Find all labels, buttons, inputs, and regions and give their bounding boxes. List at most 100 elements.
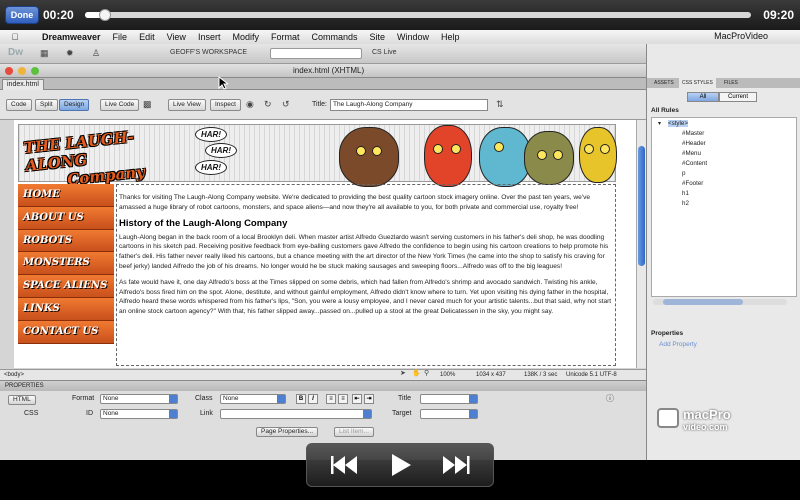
title-attr-input[interactable] bbox=[420, 394, 478, 404]
zoom-window-icon[interactable] bbox=[31, 67, 39, 75]
brand-line-2: video.com bbox=[683, 422, 728, 432]
nav-space-aliens[interactable]: SPACE ALIENS bbox=[18, 275, 114, 298]
rule-item[interactable]: #Header bbox=[682, 140, 706, 147]
id-select[interactable]: None bbox=[100, 409, 178, 419]
scrubber-knob[interactable] bbox=[98, 9, 111, 21]
apple-icon[interactable]:  bbox=[0, 32, 30, 42]
class-select[interactable]: None bbox=[220, 394, 286, 404]
tab-assets[interactable]: ASSETS bbox=[651, 78, 677, 88]
nav-about-us[interactable]: ABOUT US bbox=[18, 206, 114, 230]
workspace-switcher[interactable]: GEOFF'S WORKSPACE bbox=[170, 49, 247, 56]
add-property-link[interactable]: Add Property bbox=[659, 341, 697, 348]
dreamweaver-app-bar: Dw ▦ ✹ ♙ GEOFF'S WORKSPACE CS Live bbox=[0, 44, 646, 64]
cs-live-button[interactable]: CS Live bbox=[372, 49, 397, 56]
site-icon[interactable]: ♙ bbox=[92, 48, 100, 59]
live-code-button[interactable]: Live Code bbox=[100, 99, 140, 111]
rewind-icon[interactable] bbox=[331, 454, 361, 476]
app-root: Done 00:20 09:20  Dreamweaver File Edit… bbox=[0, 0, 800, 500]
check-browser-icon[interactable]: ▩ bbox=[143, 99, 152, 110]
rule-item[interactable]: #Content bbox=[682, 160, 707, 167]
history-heading: History of the Laugh-Along Company bbox=[119, 218, 288, 230]
menu-app-name[interactable]: Dreamweaver bbox=[42, 32, 101, 42]
tab-css-styles[interactable]: CSS STYLES bbox=[679, 78, 716, 88]
preview-browser-icon[interactable]: ◉ bbox=[246, 99, 254, 110]
play-icon[interactable] bbox=[389, 452, 413, 478]
outdent-icon[interactable]: ⇤ bbox=[352, 394, 362, 404]
all-mode-button[interactable]: All bbox=[687, 92, 719, 102]
zoom-level[interactable]: 100% bbox=[440, 370, 455, 380]
inspect-button[interactable]: Inspect bbox=[210, 99, 241, 111]
refresh-icon[interactable]: ↺ bbox=[282, 99, 290, 110]
tree-toggle-icon[interactable]: ▾ bbox=[658, 120, 661, 127]
design-view-button[interactable]: Design bbox=[59, 99, 90, 111]
css-mode-button[interactable]: CSS bbox=[24, 410, 38, 417]
page-title-input[interactable]: The Laugh-Along Company bbox=[330, 99, 488, 111]
rule-item[interactable]: p bbox=[682, 170, 685, 177]
nav-robots[interactable]: ROBOTS bbox=[18, 229, 114, 253]
rule-item[interactable]: #Master bbox=[682, 130, 704, 137]
scrollbar-thumb[interactable] bbox=[663, 299, 743, 305]
design-view[interactable]: THE LAUGH-ALONG Company HAR! HAR! HAR! H… bbox=[14, 120, 642, 368]
nav-links[interactable]: LINKS bbox=[18, 297, 114, 321]
live-view-button[interactable]: Live View bbox=[168, 99, 206, 111]
fast-forward-icon[interactable] bbox=[441, 454, 471, 476]
code-view-button[interactable]: Code bbox=[6, 99, 32, 111]
menu-format[interactable]: Format bbox=[271, 32, 300, 42]
target-select[interactable] bbox=[420, 409, 478, 419]
help-search-input[interactable] bbox=[270, 48, 362, 59]
indent-icon[interactable]: ⇥ bbox=[364, 394, 374, 404]
macprovideo-watermark: macPro video.com bbox=[683, 408, 731, 433]
refresh-design-icon[interactable]: ↻ bbox=[264, 99, 272, 110]
layout-icon[interactable]: ▦ bbox=[40, 48, 49, 59]
panel-tabs: ASSETS CSS STYLES FILES bbox=[647, 78, 800, 88]
mouse-pointer-icon bbox=[218, 76, 228, 90]
select-tool-icon[interactable]: ➤ bbox=[400, 369, 406, 379]
style-root-node[interactable]: <style> bbox=[668, 120, 688, 127]
rule-item[interactable]: #Menu bbox=[682, 150, 701, 157]
tab-files[interactable]: FILES bbox=[721, 78, 741, 88]
menu-view[interactable]: View bbox=[167, 32, 186, 42]
file-management-icon[interactable]: ⇅ bbox=[496, 99, 504, 110]
ordered-list-icon[interactable]: ≡ bbox=[338, 394, 348, 404]
scrubber[interactable] bbox=[85, 9, 751, 21]
window-size[interactable]: 1034 x 437 bbox=[476, 370, 506, 380]
minimize-window-icon[interactable] bbox=[18, 67, 26, 75]
design-vertical-scrollbar[interactable] bbox=[636, 120, 646, 368]
menu-insert[interactable]: Insert bbox=[198, 32, 221, 42]
italic-button[interactable]: I bbox=[308, 394, 318, 404]
menu-help[interactable]: Help bbox=[441, 32, 460, 42]
extend-icon[interactable]: ✹ bbox=[66, 48, 74, 59]
nav-monsters[interactable]: MONSTERS bbox=[18, 252, 114, 276]
nav-contact-us[interactable]: CONTACT US bbox=[18, 320, 114, 344]
nav-home[interactable]: HOME bbox=[18, 184, 114, 207]
rule-item[interactable]: h2 bbox=[682, 200, 689, 207]
tag-selector-body[interactable]: <body> bbox=[4, 370, 24, 380]
menu-modify[interactable]: Modify bbox=[232, 32, 259, 42]
close-window-icon[interactable] bbox=[5, 67, 13, 75]
hand-tool-icon[interactable]: ✋ bbox=[412, 369, 421, 379]
rule-item[interactable]: #Footer bbox=[682, 180, 703, 187]
bold-button[interactable]: B bbox=[296, 394, 306, 404]
rule-item[interactable]: h1 bbox=[682, 190, 689, 197]
menu-site[interactable]: Site bbox=[370, 32, 386, 42]
link-input[interactable] bbox=[220, 409, 372, 419]
menu-file[interactable]: File bbox=[113, 32, 128, 42]
scrollbar-thumb[interactable] bbox=[638, 146, 645, 266]
menu-edit[interactable]: Edit bbox=[139, 32, 155, 42]
split-view-button[interactable]: Split bbox=[35, 99, 58, 111]
unordered-list-icon[interactable]: ≡ bbox=[326, 394, 336, 404]
done-button[interactable]: Done bbox=[5, 6, 39, 24]
page-properties-button[interactable]: Page Properties... bbox=[256, 427, 319, 437]
zoom-tool-icon[interactable]: ⚲ bbox=[424, 369, 429, 379]
format-select[interactable]: None bbox=[100, 394, 178, 404]
help-icon[interactable]: ⓘ bbox=[606, 393, 614, 404]
site-content[interactable]: Thanks for visiting The Laugh-Along Comp… bbox=[116, 184, 616, 366]
eye-icon bbox=[584, 144, 594, 154]
class-label: Class bbox=[195, 395, 213, 402]
menu-commands[interactable]: Commands bbox=[311, 32, 357, 42]
rules-horizontal-scrollbar[interactable] bbox=[653, 299, 787, 305]
current-mode-button[interactable]: Current bbox=[719, 92, 757, 102]
tab-index-html[interactable]: index.html bbox=[2, 79, 44, 90]
menu-window[interactable]: Window bbox=[397, 32, 429, 42]
html-mode-button[interactable]: HTML bbox=[8, 395, 36, 405]
